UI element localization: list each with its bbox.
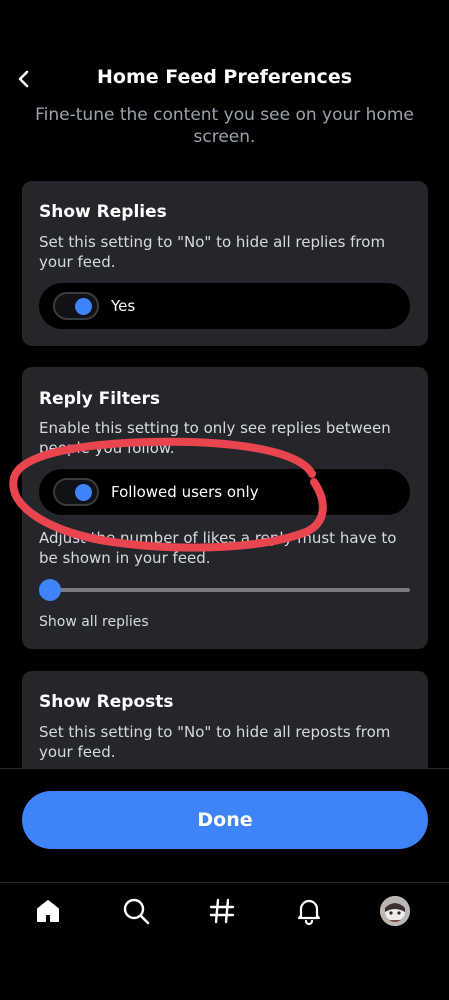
show-replies-description: Set this setting to "No" to hide all rep… [39,233,386,271]
toggle-knob [75,298,92,315]
show-reposts-description: Set this setting to "No" to hide all rep… [39,723,391,761]
hashtag-icon [209,898,235,924]
reply-filters-description: Enable this setting to only see replies … [39,419,391,457]
nav-profile[interactable] [379,895,411,927]
search-icon [123,898,150,925]
done-button[interactable]: Done [22,791,428,849]
toggle-knob [75,484,92,501]
header: Home Feed Preferences [0,58,449,102]
show-reposts-card: Show Reposts Set this setting to "No" to… [22,671,428,781]
show-replies-title: Show Replies [39,202,167,222]
nav-home[interactable] [32,895,64,927]
nav-search[interactable] [120,895,152,927]
show-replies-card: Show Replies Set this setting to "No" to… [22,181,428,346]
toggle-switch[interactable] [53,292,99,320]
page-subtitle: Fine-tune the content you see on your ho… [35,105,414,147]
home-icon [37,900,59,922]
slider-caption: Show all replies [39,614,149,630]
page-title: Home Feed Preferences [96,66,353,88]
toggle-switch[interactable] [53,478,99,506]
notifications-icon [297,899,321,925]
reply-filters-card: Reply Filters Enable this setting to onl… [22,367,428,649]
nav-feeds[interactable] [206,895,238,927]
show-reposts-title: Show Reposts [39,692,174,712]
toggle-label: Yes [111,297,136,315]
slider-thumb[interactable] [39,579,61,601]
likes-threshold-slider[interactable] [39,578,410,602]
profile-avatar [380,896,410,926]
slider-track[interactable] [47,588,410,592]
toggle-label: Followed users only [111,483,259,501]
followed-users-toggle[interactable]: Followed users only [39,469,410,515]
reply-filters-title: Reply Filters [39,389,161,409]
likes-threshold-description: Adjust the number of likes a reply must … [39,529,397,567]
nav-notifications[interactable] [293,895,325,927]
footer-divider [0,768,449,769]
show-replies-toggle[interactable]: Yes [39,283,410,329]
bottom-nav [0,882,449,1000]
